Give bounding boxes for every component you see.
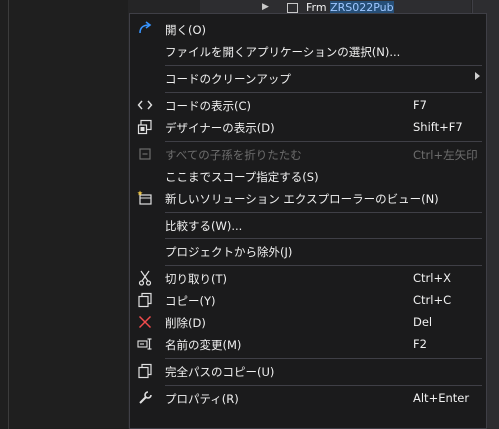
menu-item-scope-to-this[interactable]: ここまでスコープ指定する(S) bbox=[130, 165, 486, 187]
menu-item-label: 削除(D) bbox=[165, 316, 206, 330]
menu-item-view-code[interactable]: コードの表示(C) F7 bbox=[130, 94, 486, 116]
menu-item-label: すべての子孫を折りたたむ bbox=[165, 148, 302, 162]
left-panel bbox=[0, 0, 128, 429]
menu-item-compare[interactable]: 比較する(W)... bbox=[130, 214, 486, 236]
menu-item-collapse-all[interactable]: すべての子孫を折りたたむ Ctrl+左矢印 bbox=[130, 143, 486, 165]
submenu-arrow-icon bbox=[475, 72, 480, 80]
open-arrow-icon bbox=[139, 21, 152, 34]
menu-item-open[interactable]: 開く(O) bbox=[130, 18, 486, 40]
menu-item-label: ファイルを開くアプリケーションの選択(N)... bbox=[165, 45, 401, 59]
menu-item-copy[interactable]: コピー(Y) Ctrl+C bbox=[130, 289, 486, 311]
scissors-icon bbox=[138, 270, 152, 286]
menu-separator bbox=[165, 65, 482, 66]
menu-item-label: 新しいソリューション エクスプローラーのビュー(N) bbox=[165, 192, 439, 206]
menu-item-shortcut: Ctrl+左矢印 bbox=[413, 148, 478, 162]
menu-item-properties[interactable]: プロパティ(R) Alt+Enter bbox=[130, 387, 486, 409]
collapse-icon bbox=[139, 148, 151, 160]
wrench-icon bbox=[139, 391, 152, 404]
menu-item-label: コピー(Y) bbox=[165, 294, 216, 308]
tree-expand-arrow-icon[interactable]: ▶ bbox=[262, 2, 269, 12]
menu-item-delete[interactable]: 削除(D) Del bbox=[130, 311, 486, 333]
menu-separator bbox=[165, 92, 482, 93]
menu-item-shortcut: Ctrl+C bbox=[413, 293, 452, 307]
panel-divider bbox=[8, 0, 9, 429]
menu-item-label: プロパティ(R) bbox=[165, 392, 239, 406]
menu-item-shortcut: F2 bbox=[413, 337, 427, 351]
context-menu: 開く(O) ファイルを開くアプリケーションの選択(N)... コードのクリーンア… bbox=[129, 13, 487, 429]
menu-separator bbox=[165, 141, 482, 142]
menu-item-label: 開く(O) bbox=[165, 23, 207, 37]
menu-item-new-explorer-view[interactable]: 新しいソリューション エクスプローラーのビュー(N) bbox=[130, 187, 486, 209]
menu-item-shortcut: Ctrl+X bbox=[413, 271, 451, 285]
menu-separator bbox=[165, 358, 482, 359]
menu-separator bbox=[165, 238, 482, 239]
menu-item-label: 名前の変更(M) bbox=[165, 338, 242, 352]
menu-item-open-with[interactable]: ファイルを開くアプリケーションの選択(N)... bbox=[130, 40, 486, 62]
menu-item-label: プロジェクトから除外(J) bbox=[165, 245, 293, 259]
menu-item-shortcut: Shift+F7 bbox=[413, 120, 463, 134]
menu-item-label: コードの表示(C) bbox=[165, 99, 252, 113]
copy-path-icon bbox=[138, 363, 152, 379]
menu-item-shortcut: Alt+Enter bbox=[413, 391, 470, 405]
menu-item-view-designer[interactable]: デザイナーの表示(D) Shift+F7 bbox=[130, 116, 486, 138]
menu-item-copy-full-path[interactable]: 完全パスのコピー(U) bbox=[130, 360, 486, 382]
menu-item-shortcut: F7 bbox=[413, 98, 427, 112]
menu-item-label: デザイナーの表示(D) bbox=[165, 121, 275, 135]
code-icon bbox=[137, 100, 153, 110]
designer-icon bbox=[137, 119, 152, 135]
menu-separator bbox=[165, 385, 482, 386]
menu-item-label: ここまでスコープ指定する(S) bbox=[165, 170, 319, 184]
copy-icon bbox=[138, 292, 152, 308]
menu-item-cut[interactable]: 切り取り(T) Ctrl+X bbox=[130, 267, 486, 289]
new-view-icon bbox=[137, 190, 152, 205]
menu-item-label: 比較する(W)... bbox=[165, 219, 243, 233]
rename-icon bbox=[137, 338, 152, 350]
menu-item-shortcut: Del bbox=[413, 315, 433, 329]
menu-item-code-cleanup[interactable]: コードのクリーンアップ bbox=[130, 67, 486, 89]
delete-x-icon bbox=[138, 315, 152, 329]
menu-item-exclude-from-project[interactable]: プロジェクトから除外(J) bbox=[130, 240, 486, 262]
menu-item-rename[interactable]: 名前の変更(M) F2 bbox=[130, 333, 486, 355]
menu-separator bbox=[165, 265, 482, 266]
form-file-icon bbox=[287, 3, 298, 13]
menu-item-label: コードのクリーンアップ bbox=[165, 72, 291, 86]
menu-item-label: 切り取り(T) bbox=[165, 272, 227, 286]
menu-separator bbox=[165, 212, 482, 213]
menu-item-label: 完全パスのコピー(U) bbox=[165, 365, 275, 379]
